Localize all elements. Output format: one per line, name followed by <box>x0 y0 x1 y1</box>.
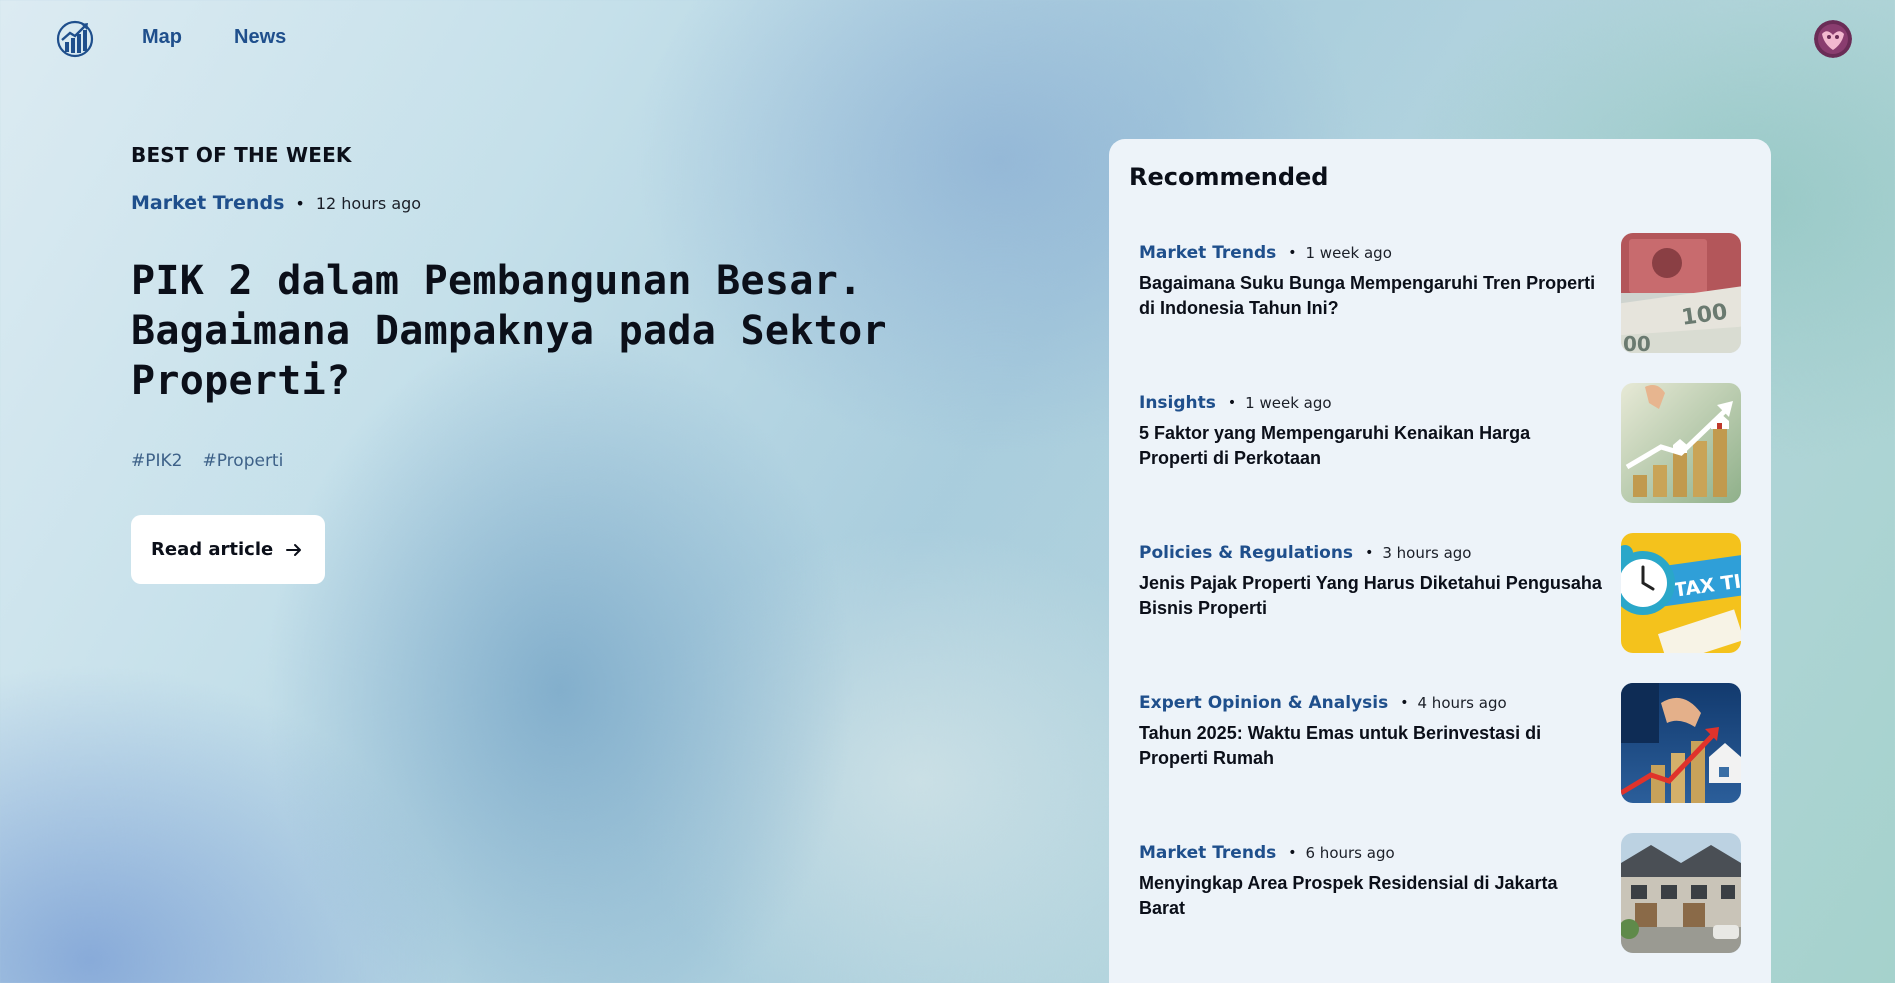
meta-separator: • <box>1288 845 1297 861</box>
recommended-list: Market Trends • 1 week ago Bagaimana Suk… <box>1109 233 1771 983</box>
growth-chart-logo-icon[interactable] <box>56 20 94 58</box>
nav-link-news[interactable]: News <box>234 26 286 49</box>
read-article-button[interactable]: Read article <box>131 515 326 584</box>
recommended-item[interactable]: Insights • 1 week ago 5 Faktor yang Memp… <box>1109 383 1771 533</box>
featured-timestamp: 12 hours ago <box>315 193 422 213</box>
featured-article-title[interactable]: PIK 2 dalam Pembangunan Besar. Bagaimana… <box>131 256 891 406</box>
featured-article-meta: Market Trends • 12 hours ago <box>131 192 891 214</box>
recommended-item-meta: Insights • 1 week ago <box>1139 393 1332 413</box>
recommended-heading: Recommended <box>1129 163 1329 191</box>
read-article-label: Read article <box>151 539 274 560</box>
recommended-timestamp: 3 hours ago <box>1382 544 1472 562</box>
recommended-item-meta: Market Trends • 1 week ago <box>1139 243 1392 263</box>
recommended-title[interactable]: Bagaimana Suku Bunga Mempengaruhi Tren P… <box>1139 271 1604 321</box>
recommended-timestamp: 1 week ago <box>1245 394 1332 412</box>
recommended-category-link[interactable]: Insights <box>1139 393 1216 413</box>
recommended-timestamp: 6 hours ago <box>1305 844 1395 862</box>
meta-separator: • <box>1365 545 1374 561</box>
meta-separator: • <box>1400 695 1409 711</box>
recommended-category-link[interactable]: Market Trends <box>1139 243 1276 263</box>
recommended-item-meta: Policies & Regulations • 3 hours ago <box>1139 543 1471 563</box>
townhouses-thumbnail[interactable] <box>1621 833 1741 953</box>
recommended-category-link[interactable]: Policies & Regulations <box>1139 543 1353 563</box>
recommended-timestamp: 4 hours ago <box>1417 694 1507 712</box>
arrow-right-icon <box>285 541 303 559</box>
recommended-panel: Recommended Market Trends • 1 week ago B… <box>1109 139 1771 983</box>
featured-category-link[interactable]: Market Trends <box>131 192 284 214</box>
recommended-timestamp: 1 week ago <box>1305 244 1392 262</box>
tag-pik2[interactable]: #PIK2 <box>131 451 182 471</box>
recommended-item[interactable]: Market Trends • 1 week ago Bagaimana Suk… <box>1109 233 1771 383</box>
user-avatar-icon[interactable] <box>1814 20 1852 58</box>
meta-separator: • <box>295 193 305 213</box>
recommended-item[interactable]: Expert Opinion & Analysis • 4 hours ago … <box>1109 683 1771 833</box>
recommended-item[interactable]: Market Trends • 6 hours ago Menyingkap A… <box>1109 833 1771 983</box>
banknotes-thumbnail[interactable]: 100 00 <box>1621 233 1741 353</box>
meta-separator: • <box>1288 245 1297 261</box>
recommended-item-meta: Market Trends • 6 hours ago <box>1139 843 1395 863</box>
tax-time-clock-thumbnail[interactable]: TAX TIME <box>1621 533 1741 653</box>
recommended-title[interactable]: Tahun 2025: Waktu Emas untuk Berinvestas… <box>1139 721 1604 771</box>
top-navigation: Map News <box>0 0 1895 78</box>
recommended-category-link[interactable]: Market Trends <box>1139 843 1276 863</box>
section-eyebrow: BEST OF THE WEEK <box>131 143 352 167</box>
recommended-title[interactable]: Jenis Pajak Properti Yang Harus Diketahu… <box>1139 571 1604 621</box>
tag-properti[interactable]: #Properti <box>202 451 283 471</box>
svg-text:00: 00 <box>1623 332 1651 353</box>
nav-link-map[interactable]: Map <box>142 26 182 49</box>
recommended-title[interactable]: Menyingkap Area Prospek Residensial di J… <box>1139 871 1604 921</box>
coin-stacks-houses-thumbnail[interactable] <box>1621 383 1741 503</box>
recommended-title[interactable]: 5 Faktor yang Mempengaruhi Kenaikan Harg… <box>1139 421 1604 471</box>
investment-growth-thumbnail[interactable] <box>1621 683 1741 803</box>
featured-article: BEST OF THE WEEK Market Trends • 12 hour… <box>131 143 891 584</box>
recommended-category-link[interactable]: Expert Opinion & Analysis <box>1139 693 1388 713</box>
recommended-item-meta: Expert Opinion & Analysis • 4 hours ago <box>1139 693 1507 713</box>
tag-list: #PIK2 #Properti <box>131 451 891 471</box>
meta-separator: • <box>1227 395 1237 411</box>
recommended-item[interactable]: Policies & Regulations • 3 hours ago Jen… <box>1109 533 1771 683</box>
